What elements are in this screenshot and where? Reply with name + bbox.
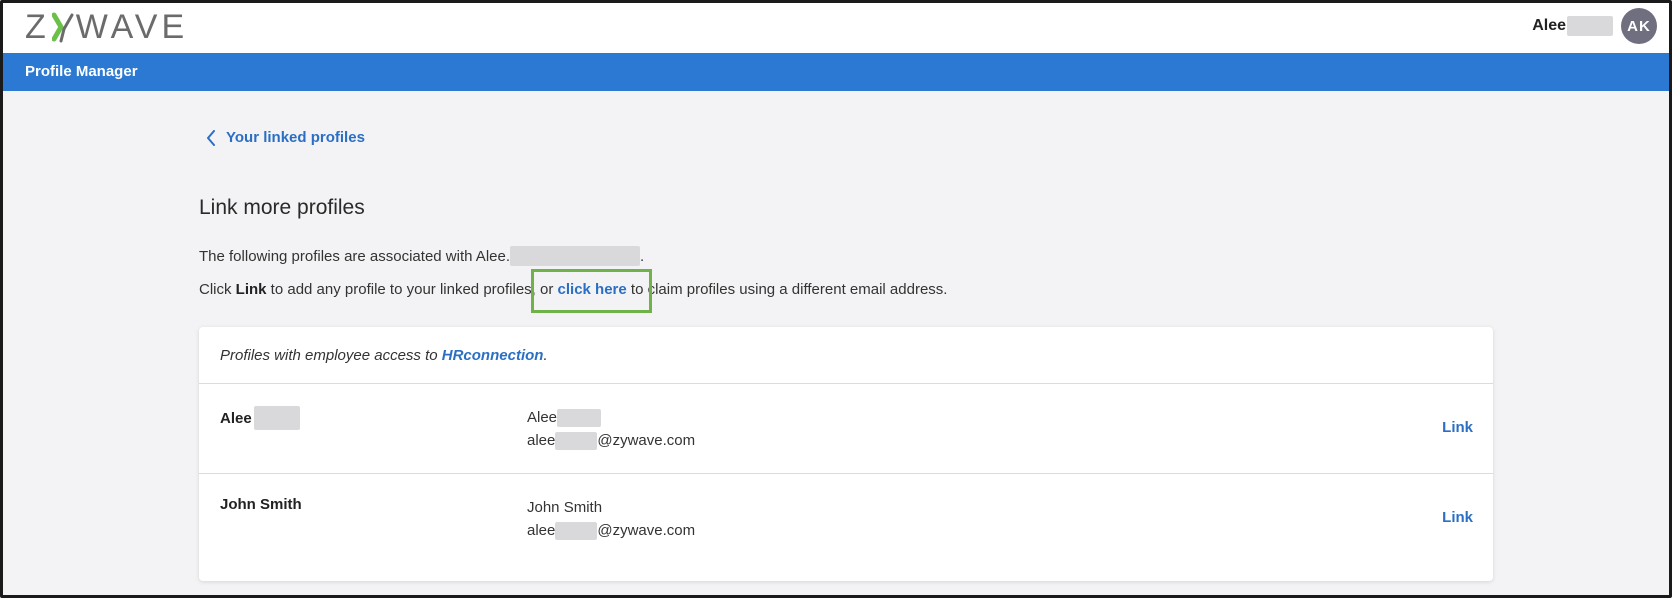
profile-detail: John Smith alee @zywave.com (527, 496, 695, 542)
link-profile-button[interactable]: Link (1442, 509, 1473, 526)
redacted-block (555, 522, 598, 541)
nav-bar: Profile Manager (3, 53, 1669, 91)
logo-text-left: Z (25, 8, 50, 46)
profile-detail: Alee alee @zywave.com (527, 406, 695, 452)
hrconnection-link[interactable]: HRconnection (442, 347, 544, 364)
redacted-block (555, 432, 598, 451)
description-instructions: Click Link to add any profile to your li… (199, 281, 948, 298)
click-here-link[interactable]: click here (558, 281, 627, 298)
profile-detail-name: John Smith (527, 499, 603, 516)
description-associated: The following profiles are associated wi… (199, 245, 644, 266)
profile-detail-name: Alee (527, 409, 558, 426)
back-link-label: Your linked profiles (226, 129, 365, 146)
nav-title[interactable]: Profile Manager (25, 63, 138, 80)
back-link[interactable]: Your linked profiles (206, 129, 365, 146)
user-menu[interactable]: Alee AK (1532, 7, 1657, 45)
page-title: Link more profiles (199, 196, 365, 219)
profile-email-prefix: alee (527, 522, 556, 539)
card-header: Profiles with employee access to HRconne… (199, 327, 1493, 384)
profiles-card: Profiles with employee access to HRconne… (199, 327, 1493, 581)
link-profile-button[interactable]: Link (1442, 419, 1473, 436)
profile-email-suffix: @zywave.com (597, 522, 696, 539)
link-keyword: Link (235, 281, 267, 298)
profile-row: John Smith John Smith alee @zywave.com Li… (199, 474, 1493, 564)
logo-text-right: WAVE (75, 8, 189, 46)
app-window: Z WAVE Alee AK Profile Manager Your link… (0, 0, 1672, 598)
avatar[interactable]: AK (1621, 8, 1657, 44)
profile-name: Alee (220, 406, 300, 430)
zywave-logo[interactable]: Z WAVE (25, 7, 188, 47)
profile-name: John Smith (220, 496, 302, 513)
user-name: Alee (1532, 16, 1613, 36)
profile-email-suffix: @zywave.com (597, 432, 696, 449)
top-bar: Z WAVE Alee AK (3, 3, 1669, 53)
redacted-block (557, 409, 602, 428)
redacted-block (510, 245, 641, 266)
profile-email-prefix: alee (527, 432, 556, 449)
chevron-left-icon (207, 129, 215, 146)
logo-y-mark-icon (51, 12, 74, 43)
redacted-block (253, 406, 300, 430)
redacted-block (1567, 16, 1613, 36)
profile-row: Alee Alee alee @zywave.com Link (199, 384, 1493, 474)
